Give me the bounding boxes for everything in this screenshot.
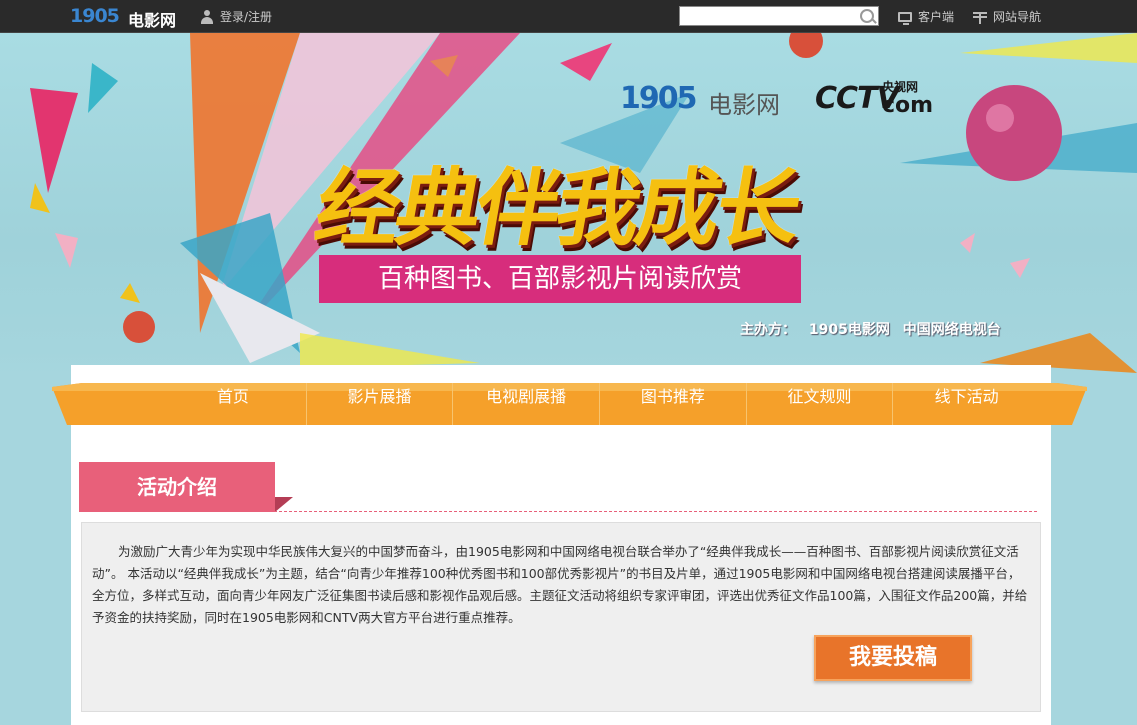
section-divider [79, 511, 1037, 512]
monitor-icon [898, 11, 912, 25]
nav-item-tv[interactable]: 电视剧展播 [453, 383, 601, 425]
search-icon[interactable] [860, 9, 874, 23]
main-nav: 首页 影片展播 电视剧展播 图书推荐 征文规则 线下活动 [52, 383, 1087, 425]
site-logo-text[interactable]: 电影网 [128, 7, 176, 31]
nav-item-offline[interactable]: 线下活动 [893, 383, 1040, 425]
login-link[interactable]: 登录/注册 [200, 8, 272, 25]
banner-1905-logo-text: 电影网 [708, 91, 780, 119]
login-label: 登录/注册 [220, 10, 273, 24]
search-input[interactable] [680, 9, 858, 27]
site-nav-label: 网站导航 [993, 10, 1042, 24]
hero-banner: 1905 电影网 CCTV 央视网 com 经典伴我成长 百种图书、百部影视片阅… [0, 33, 1137, 383]
search-box [679, 6, 879, 27]
site-nav-link[interactable]: 网站导航 [973, 8, 1041, 25]
submit-button[interactable]: 我要投稿 [814, 635, 972, 681]
intro-text: 为激励广大青少年为实现中华民族伟大复兴的中国梦而奋斗，由1905电影网和中国网络… [92, 544, 1028, 625]
nav-item-films[interactable]: 影片展播 [307, 383, 454, 425]
sponsor-cntv: 中国网络电视台 [902, 322, 1001, 338]
nav-item-rules[interactable]: 征文规则 [747, 383, 894, 425]
sponsor-label: 主办方： [740, 322, 796, 338]
sponsor-1905: 1905电影网 [808, 322, 890, 338]
banner-subheadline: 百种图书、百部影视片阅读欣赏 [319, 255, 801, 303]
site-logo-number[interactable]: 1905 [70, 5, 120, 27]
banner-cctv-com: com [882, 93, 934, 118]
banner-1905-logo-number: 1905 [620, 81, 697, 116]
nav-items: 首页 影片展播 电视剧展播 图书推荐 征文规则 线下活动 [160, 383, 1040, 425]
banner-headline: 经典伴我成长 [308, 159, 806, 257]
section-title-fold [275, 497, 293, 512]
client-link[interactable]: 客户端 [898, 8, 954, 25]
nav-item-home[interactable]: 首页 [160, 383, 307, 425]
client-label: 客户端 [918, 10, 955, 24]
user-icon [200, 9, 214, 24]
intro-box: 为激励广大青少年为实现中华民族伟大复兴的中国梦而奋斗，由1905电影网和中国网络… [81, 522, 1041, 712]
site-nav-icon [973, 10, 987, 24]
nav-item-books[interactable]: 图书推荐 [600, 383, 747, 425]
section-title: 活动介绍 [79, 462, 275, 512]
top-bar: 1905 电影网 登录/注册 客户端 网站导航 [0, 0, 1137, 33]
banner-sponsors: 主办方： 1905电影网 中国网络电视台 [740, 319, 1009, 339]
